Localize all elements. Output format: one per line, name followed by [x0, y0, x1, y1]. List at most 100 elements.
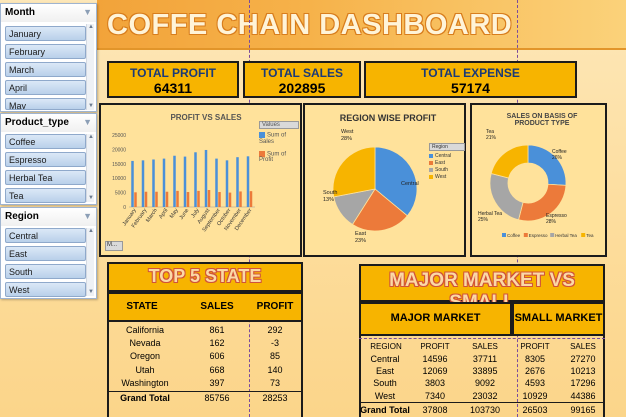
top5-title: TOP 5 STATE [148, 266, 262, 286]
scroll-up-icon[interactable]: ▲ [87, 24, 95, 31]
region-slicer[interactable]: Region ▼ Central East South West ▲ ▼ [0, 207, 97, 299]
top5-col-state: STATE [126, 301, 158, 312]
profit-vs-sales-panel[interactable]: 0 5000 10000 15000 20000 25000 January February… [99, 103, 302, 257]
total-sales-card: TOTAL SALES 202895 [243, 61, 361, 98]
bar-sales [173, 155, 176, 207]
slicer-item-may[interactable]: May [5, 98, 86, 110]
y-tick-label: 10000 [112, 176, 126, 182]
region-legend-items: Central East South West [429, 153, 465, 180]
slicer-item-coffee[interactable]: Coffee [5, 134, 86, 149]
bar-profit [207, 190, 211, 207]
bar-profit [165, 191, 169, 207]
top5-cell: Utah [135, 364, 155, 375]
slicer-item-april[interactable]: April [5, 80, 86, 95]
market-cell: 23032 [472, 390, 498, 401]
bar-profit [176, 190, 179, 207]
scroll-down-icon[interactable]: ▼ [87, 103, 95, 110]
legend-swatch [550, 233, 555, 237]
chart-title: PROFIT VS SALES [170, 113, 242, 122]
region-scrollbar[interactable]: ▲ ▼ [86, 228, 94, 296]
kpi-label: TOTAL SALES [260, 66, 343, 80]
slice-percent-label: 28% [341, 136, 352, 142]
y-tick-label: 15000 [112, 162, 126, 168]
legend-label: Herbal Tea [555, 233, 577, 238]
x-tick-label: March [145, 208, 159, 224]
scroll-down-icon[interactable]: ▼ [87, 195, 95, 202]
slice-percent-label: 26% [552, 155, 563, 161]
market-cell: 9092 [474, 378, 496, 389]
slice-percent-label: 21% [486, 135, 497, 141]
region-profit-panel[interactable]: REGION WISE PROFIT Central East 23% South 13… [303, 103, 466, 257]
slicer-item-herbal-tea[interactable]: Herbal Tea [5, 170, 86, 185]
bar-sales [183, 156, 187, 207]
legend-label: Espresso [529, 233, 548, 238]
bar-sales [236, 157, 239, 207]
product-sales-chart[interactable]: Coffee26%Espresso28%Herbal Tea25%Tea21%C… [472, 105, 605, 255]
legend-item: East [429, 160, 465, 166]
market-cell: 37711 [472, 354, 498, 364]
market-col-small-sales: SALES [570, 342, 596, 351]
product-sales-panel[interactable]: SALES ON BASIS OF PRODUCT TYPE Coffee 26%… [470, 103, 607, 257]
market-total-small-sales: 99165 [570, 405, 596, 415]
region-slicer-label: Region [5, 211, 39, 222]
slice-percent-label: 13% [323, 197, 334, 203]
y-tick-label: 20000 [112, 147, 126, 153]
month-slicer[interactable]: Month ▼ January February March April May… [0, 3, 97, 112]
legend-field-button[interactable]: Values [259, 121, 299, 129]
slicer-item-march[interactable]: March [5, 62, 86, 77]
divider [107, 391, 303, 392]
legend-label: Central [435, 153, 452, 159]
top5-total-label: Grand Total [120, 393, 170, 403]
region-legend: Region Central East South West [429, 143, 465, 180]
bar-sales [225, 160, 229, 207]
total-expense-card: TOTAL EXPENSE 57174 [364, 61, 577, 98]
product-slicer-header: Product_type ▼ [1, 114, 96, 132]
legend-field-button[interactable]: Region [429, 143, 465, 151]
sales-swatch [259, 132, 265, 138]
slice-percent-label: 23% [355, 238, 366, 244]
region-profit-chart[interactable]: CentralEast23%South13%West28% [305, 105, 464, 255]
top5-cell: 140 [267, 364, 283, 375]
month-field-button[interactable]: M... [105, 241, 123, 251]
bar-profit [197, 190, 200, 207]
bar-sales [194, 152, 197, 207]
legend-label: Coffee [507, 233, 521, 238]
slicer-item-espresso[interactable]: Espresso [5, 152, 86, 167]
market-cell: 4593 [524, 378, 546, 389]
kpi-value: 64311 [153, 80, 193, 96]
legend-label: West [435, 174, 447, 180]
scroll-up-icon[interactable]: ▲ [87, 134, 95, 141]
major-market-label: MAJOR MARKET [390, 312, 481, 324]
slicer-item-west[interactable]: West [5, 282, 86, 297]
month-scrollbar[interactable]: ▲ ▼ [86, 24, 94, 110]
scroll-down-icon[interactable]: ▼ [87, 289, 95, 296]
clear-filter-icon[interactable]: ▼ [83, 7, 92, 17]
slicer-item-central[interactable]: Central [5, 228, 86, 243]
market-col-small-profit: PROFIT [520, 342, 550, 351]
legend-swatch [429, 174, 433, 179]
slicer-item-east[interactable]: East [5, 246, 86, 261]
clear-filter-icon[interactable]: ▼ [83, 117, 92, 127]
market-cell: 27270 [570, 354, 596, 364]
legend-swatch [581, 233, 586, 237]
top5-col-profit: PROFIT [256, 301, 294, 312]
market-cell: 33895 [472, 366, 498, 377]
market-cell: 12069 [422, 366, 448, 377]
month-slicer-header: Month ▼ [1, 4, 96, 22]
top5-total-profit: 28253 [262, 393, 288, 403]
product-type-slicer[interactable]: Product_type ▼ Coffee Espresso Herbal Te… [0, 113, 97, 205]
slicer-item-january[interactable]: January [5, 26, 86, 41]
slicer-item-february[interactable]: February [5, 44, 86, 59]
clear-filter-icon[interactable]: ▼ [83, 211, 92, 221]
product-scrollbar[interactable]: ▲ ▼ [86, 134, 94, 202]
scroll-up-icon[interactable]: ▲ [87, 228, 95, 235]
slicer-item-tea[interactable]: Tea [5, 188, 86, 203]
market-cell: 10929 [522, 390, 548, 401]
market-cell: 10213 [570, 366, 596, 377]
slicer-item-south[interactable]: South [5, 264, 86, 279]
market-col-region: REGION [370, 342, 402, 351]
bar-profit [134, 192, 137, 207]
market-cell: South [373, 378, 397, 389]
top5-cell: 162 [209, 338, 225, 349]
x-tick-label: April [158, 208, 169, 220]
